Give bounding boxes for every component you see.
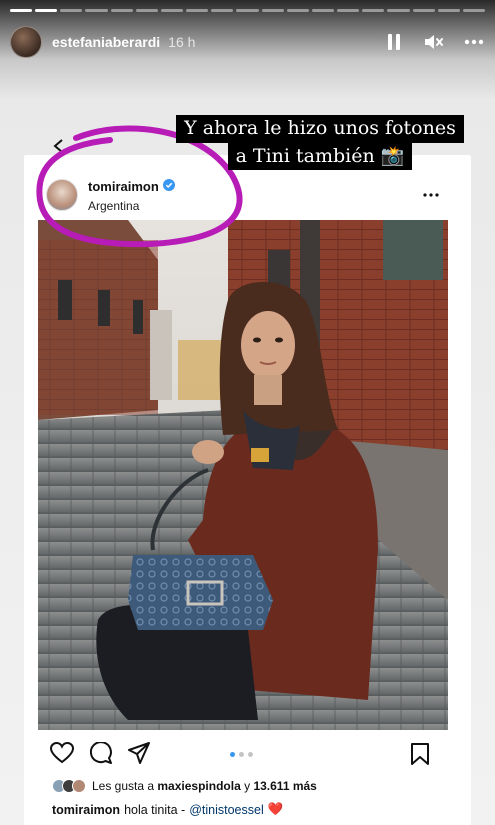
comment-username[interactable]: tomiraimon bbox=[52, 803, 120, 817]
bookmark-icon[interactable] bbox=[411, 743, 429, 770]
carousel-dot bbox=[239, 752, 244, 757]
carousel-dot bbox=[230, 752, 235, 757]
caption-line-2: a Tini también 📸 bbox=[227, 142, 413, 171]
liker-avatars bbox=[52, 779, 86, 793]
comment-emoji: ❤️ bbox=[267, 802, 284, 816]
comment-mention[interactable]: @tinistoessel bbox=[189, 803, 264, 817]
share-icon[interactable] bbox=[128, 741, 150, 769]
heart-icon[interactable] bbox=[49, 741, 75, 769]
caption-line-1: Y ahora le hizo unos fotones bbox=[176, 115, 464, 143]
story-caption: Y ahora le hizo unos fotones a Tini tamb… bbox=[165, 115, 475, 171]
story-viewer: estefaniaberardi 16 h tomiraimon Argenti… bbox=[0, 0, 495, 825]
likes-joiner: y bbox=[244, 779, 251, 793]
likes-count[interactable]: 13.611 más bbox=[253, 779, 316, 793]
comment-icon[interactable] bbox=[89, 740, 112, 769]
comment-row: tomiraimon hola tinita - @tinistoessel ❤… bbox=[52, 802, 283, 817]
likes-user[interactable]: maxiespindola bbox=[157, 779, 240, 793]
likes-row[interactable]: Les gusta a maxiespindola y 13.611 más bbox=[52, 779, 317, 793]
carousel-dot bbox=[248, 752, 253, 757]
comment-text: hola tinita - bbox=[124, 802, 186, 817]
carousel-dots bbox=[230, 752, 253, 757]
likes-prefix: Les gusta a bbox=[92, 779, 155, 793]
